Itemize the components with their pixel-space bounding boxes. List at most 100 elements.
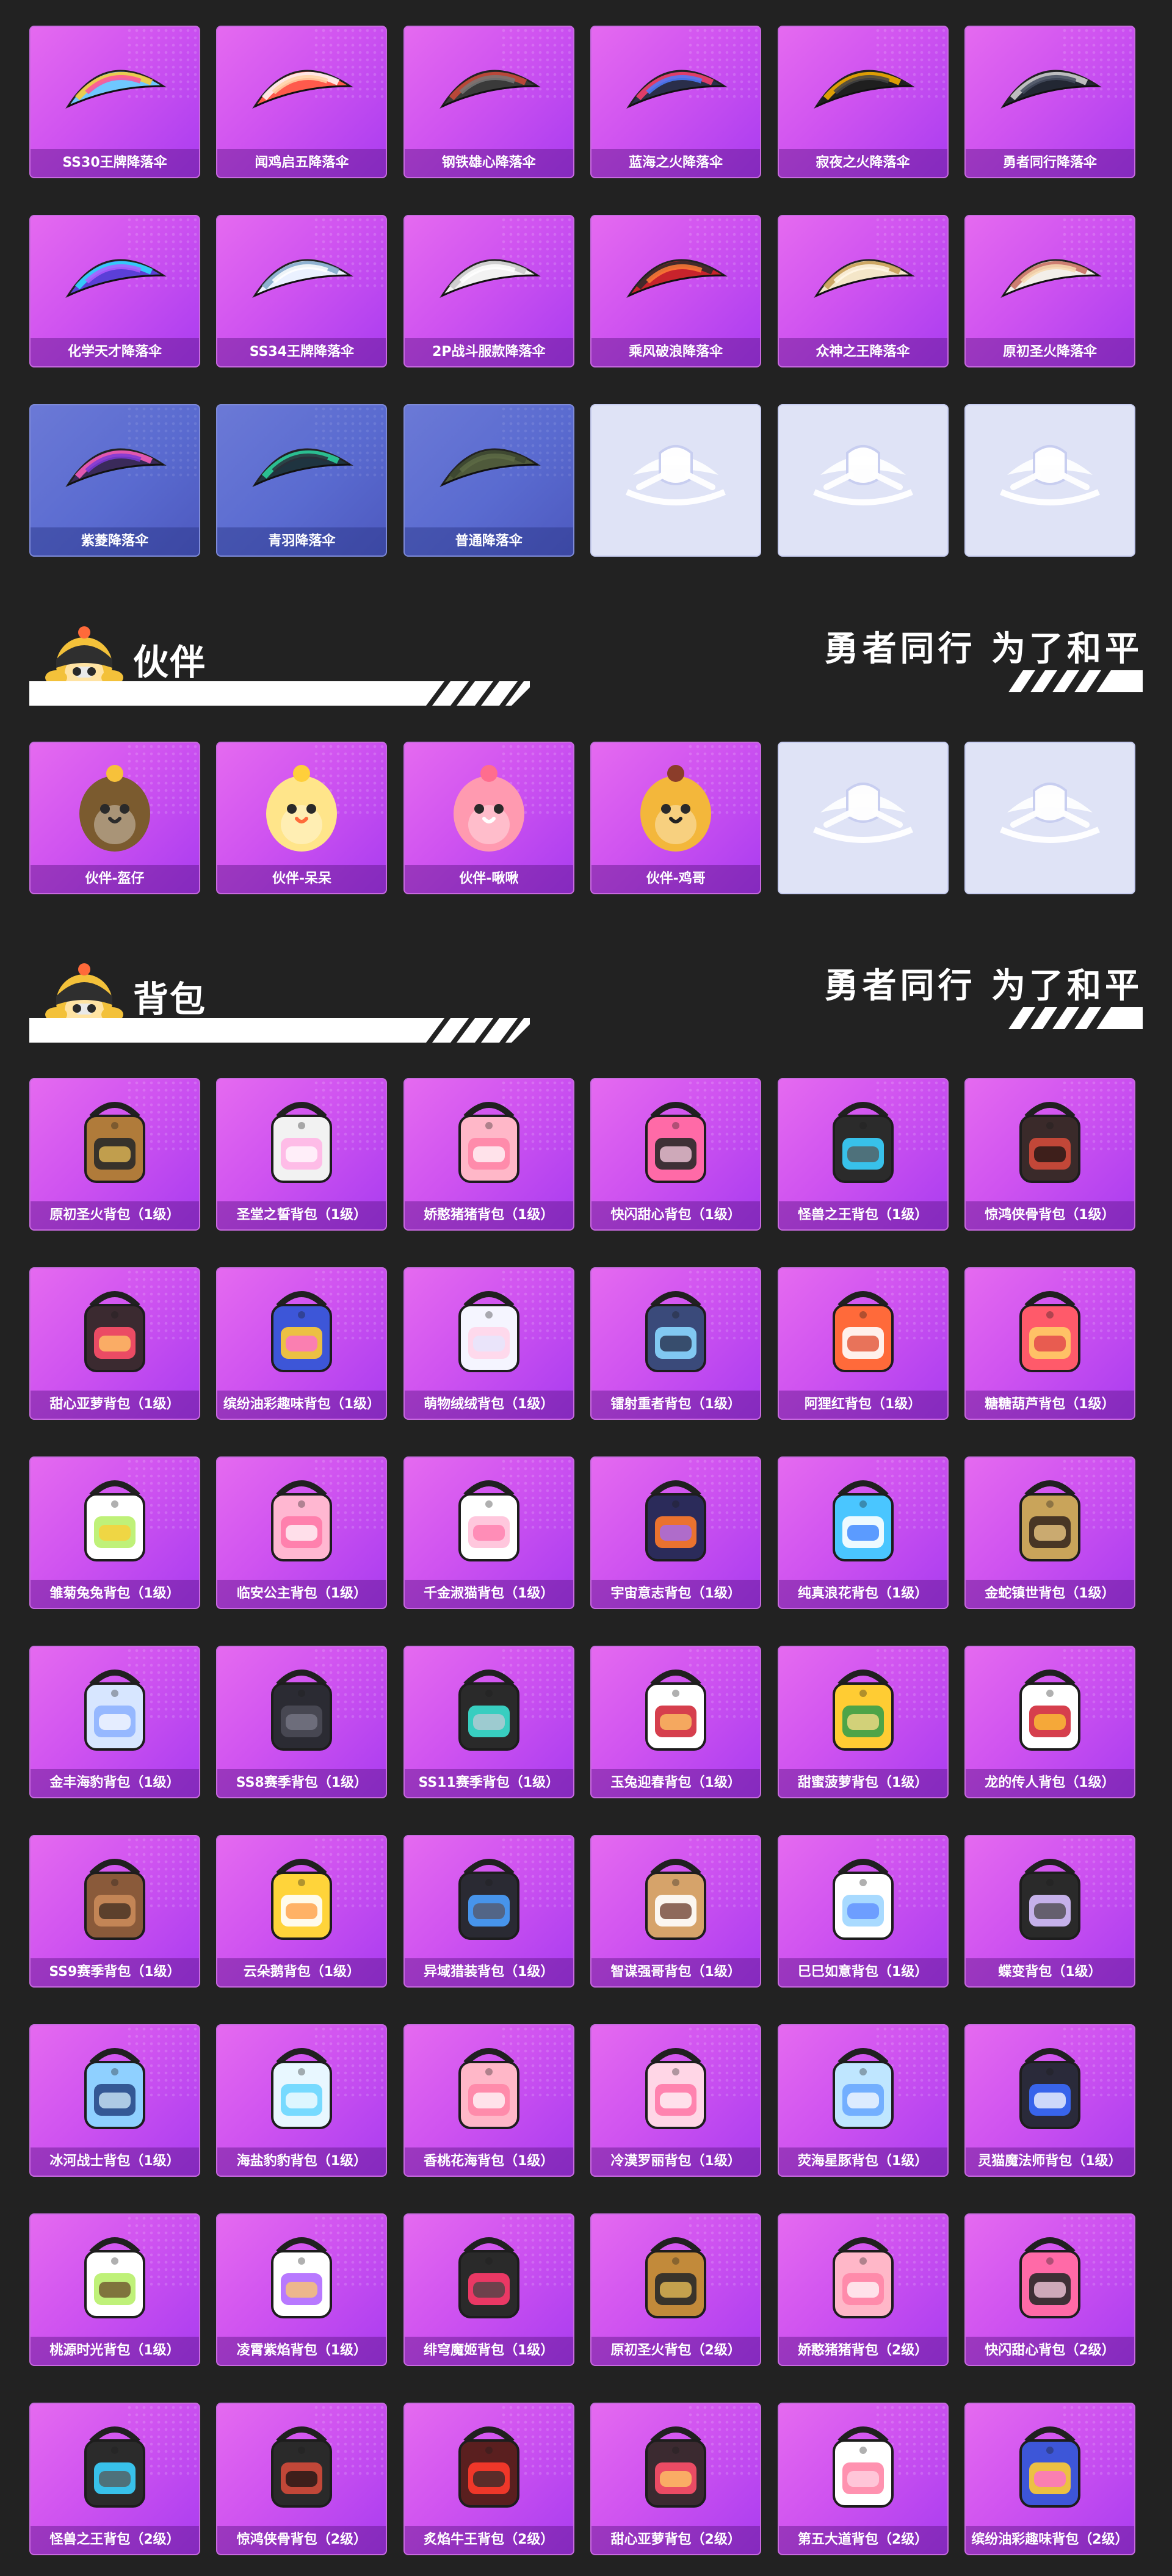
parachute-card[interactable]: 原初圣火降落伞 [964, 215, 1135, 367]
parachute-card-label: 紫菱降落伞 [31, 527, 199, 555]
backpack-card[interactable]: 绯穹魔姬背包（1级） [403, 2213, 574, 2366]
backpack-card[interactable]: 炙焰牛王背包（2级） [403, 2403, 574, 2555]
partner-card[interactable]: 伙伴-呆呆 [216, 742, 388, 894]
backpack-icon [1019, 1480, 1080, 1561]
backpack-card[interactable]: 巳巳如意背包（1级） [777, 1835, 949, 1988]
backpack-card[interactable]: 娇憨猪猪背包（2级） [777, 2213, 949, 2366]
backpack-card-label: 纯真浪花背包（1级） [778, 1580, 947, 1608]
parachute-card-label: 钢铁雄心降落伞 [404, 149, 573, 177]
backpack-icon [271, 2048, 333, 2129]
backpack-icon [458, 2237, 519, 2318]
backpack-card[interactable]: 惊鸿侠骨背包（1级） [964, 1078, 1135, 1231]
backpack-card-label: 萌物绒绒背包（1级） [404, 1391, 573, 1419]
backpack-card[interactable]: 甜心亚萝背包（2级） [590, 2403, 762, 2555]
backpack-card[interactable]: 海盐豹豹背包（1级） [216, 2024, 388, 2177]
parachute-card[interactable]: 寂夜之火降落伞 [777, 26, 949, 178]
backpack-card-label: 糖糖葫芦背包（1级） [965, 1391, 1134, 1419]
parachute-card[interactable]: 乘风破浪降落伞 [590, 215, 762, 367]
backpack-icon [645, 2426, 707, 2508]
placeholder-emblem-icon [812, 783, 913, 843]
backpack-card[interactable]: 宇宙意志背包（1级） [590, 1456, 762, 1609]
parachute-card[interactable] [964, 404, 1135, 557]
backpack-card[interactable]: SS8赛季背包（1级） [216, 1646, 388, 1798]
backpack-card[interactable]: 灵猫魔法师背包（1级） [964, 2024, 1135, 2177]
partner-card[interactable]: 伙伴-盔仔 [29, 742, 200, 894]
backpack-card[interactable]: 千金淑猫背包（1级） [403, 1456, 574, 1609]
backpack-card[interactable]: SS11赛季背包（1级） [403, 1646, 574, 1798]
backpack-card[interactable]: 龙的传人背包（1级） [964, 1646, 1135, 1798]
partner-card[interactable]: 伙伴-啾啾 [403, 742, 574, 894]
backpack-card-label: 怪兽之王背包（2级） [31, 2526, 199, 2554]
backpack-card[interactable]: 临安公主背包（1级） [216, 1456, 388, 1609]
placeholder-emblem-icon [999, 445, 1100, 505]
partner-card[interactable]: 伙伴-鸡哥 [590, 742, 762, 894]
backpack-card[interactable]: 缤纷油彩趣味背包（1级） [216, 1267, 388, 1420]
backpack-card[interactable]: 金蛇镇世背包（1级） [964, 1456, 1135, 1609]
backpack-card[interactable]: 原初圣火背包（1级） [29, 1078, 200, 1231]
backpack-card[interactable]: 缤纷油彩趣味背包（2级） [964, 2403, 1135, 2555]
backpack-card[interactable]: 圣堂之誓背包（1级） [216, 1078, 388, 1231]
parachute-card[interactable]: 普通降落伞 [403, 404, 574, 557]
backpack-card[interactable]: 甜心亚萝背包（1级） [29, 1267, 200, 1420]
parachute-icon [626, 259, 728, 298]
backpack-card[interactable]: 怪兽之王背包（2级） [29, 2403, 200, 2555]
partner-slogan-stripes [1008, 670, 1143, 692]
backpack-card-label: 怪兽之王背包（1级） [778, 1201, 947, 1229]
parachute-card[interactable]: 闻鸡启五降落伞 [216, 26, 388, 178]
parachute-card[interactable]: 蓝海之火降落伞 [590, 26, 762, 178]
backpack-card[interactable]: 快闪甜心背包（2级） [964, 2213, 1135, 2366]
backpack-card[interactable]: 甜蜜菠萝背包（1级） [777, 1646, 949, 1798]
backpack-card[interactable]: 第五大道背包（2级） [777, 2403, 949, 2555]
backpack-card-label: 玉兔迎春背包（1级） [591, 1769, 761, 1797]
parachute-card[interactable]: SS30王牌降落伞 [29, 26, 200, 178]
backpack-icon [271, 1291, 333, 1372]
backpack-icon [271, 1670, 333, 1751]
backpack-card[interactable]: 雏菊兔兔背包（1级） [29, 1456, 200, 1609]
parachute-card[interactable]: 众神之王降落伞 [777, 215, 949, 367]
backpack-card[interactable]: 阿狸红背包（1级） [777, 1267, 949, 1420]
parachute-card[interactable]: 勇者同行降落伞 [964, 26, 1135, 178]
parachute-card[interactable]: 化学天才降落伞 [29, 215, 200, 367]
partner-card[interactable] [964, 742, 1135, 894]
backpack-card[interactable]: 原初圣火背包（2级） [590, 2213, 762, 2366]
backpack-card[interactable]: 冰河战士背包（1级） [29, 2024, 200, 2177]
backpack-card[interactable]: 纯真浪花背包（1级） [777, 1456, 949, 1609]
backpack-card-label: 甜蜜菠萝背包（1级） [778, 1769, 947, 1797]
backpack-card[interactable]: 智谋强哥背包（1级） [590, 1835, 762, 1988]
backpack-card[interactable]: 金丰海豹背包（1级） [29, 1646, 200, 1798]
backpack-card[interactable]: 萌物绒绒背包（1级） [403, 1267, 574, 1420]
backpack-card[interactable]: SS9赛季背包（1级） [29, 1835, 200, 1988]
backpack-card[interactable]: 糖糖葫芦背包（1级） [964, 1267, 1135, 1420]
backpack-card[interactable]: 桃源时光背包（1级） [29, 2213, 200, 2366]
backpack-card[interactable]: 蝶变背包（1级） [964, 1835, 1135, 1988]
backpack-card-label: 第五大道背包（2级） [778, 2526, 947, 2554]
backpack-card-label: SS9赛季背包（1级） [31, 1958, 199, 1986]
backpack-card-label: 镭射重者背包（1级） [591, 1391, 761, 1419]
parachute-card-label: 化学天才降落伞 [31, 338, 199, 366]
backpack-card[interactable]: 异域猎装背包（1级） [403, 1835, 574, 1988]
backpack-card[interactable]: 镭射重者背包（1级） [590, 1267, 762, 1420]
backpack-card[interactable]: 香桃花海背包（1级） [403, 2024, 574, 2177]
backpack-card[interactable]: 娇憨猪猪背包（1级） [403, 1078, 574, 1231]
parachute-card[interactable]: 2P战斗服款降落伞 [403, 215, 574, 367]
partner-card[interactable] [777, 742, 949, 894]
backpack-card-label: 惊鸿侠骨背包（2级） [217, 2526, 386, 2554]
parachute-card[interactable] [590, 404, 762, 557]
backpack-icon [458, 1480, 519, 1561]
backpack-card[interactable]: 荧海星豚背包（1级） [777, 2024, 949, 2177]
backpack-card[interactable]: 玉兔迎春背包（1级） [590, 1646, 762, 1798]
backpack-card[interactable]: 快闪甜心背包（1级） [590, 1078, 762, 1231]
backpack-card[interactable]: 云朵鹅背包（1级） [216, 1835, 388, 1988]
parachute-card[interactable]: 紫菱降落伞 [29, 404, 200, 557]
parachute-card[interactable]: SS34王牌降落伞 [216, 215, 388, 367]
partner-icon [640, 765, 712, 852]
backpack-card-label: 圣堂之誓背包（1级） [217, 1201, 386, 1229]
parachute-card[interactable] [777, 404, 949, 557]
backpack-card[interactable]: 怪兽之王背包（1级） [777, 1078, 949, 1231]
parachute-card[interactable]: 青羽降落伞 [216, 404, 388, 557]
backpack-card[interactable]: 凌霄紫焰背包（1级） [216, 2213, 388, 2366]
backpack-card[interactable]: 惊鸿侠骨背包（2级） [216, 2403, 388, 2555]
backpack-card-label: 甜心亚萝背包（2级） [591, 2526, 761, 2554]
backpack-card[interactable]: 冷漠罗丽背包（1级） [590, 2024, 762, 2177]
parachute-card[interactable]: 钢铁雄心降落伞 [403, 26, 574, 178]
